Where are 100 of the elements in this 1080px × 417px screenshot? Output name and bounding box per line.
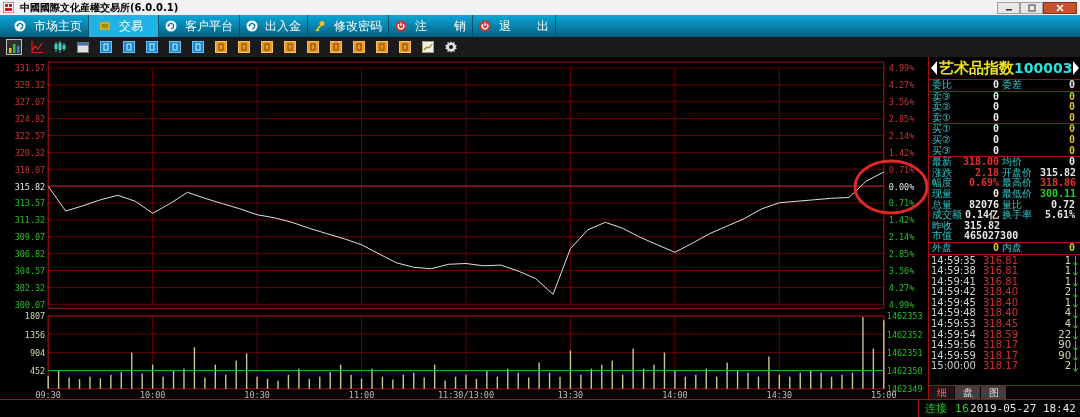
time-axis-label: 09:30: [35, 390, 61, 399]
volume-bar: [548, 372, 551, 390]
volume-bar: [78, 379, 81, 390]
toolbar-button[interactable]: [259, 39, 275, 55]
maximize-icon: [1026, 3, 1037, 12]
field-label: 总量: [932, 199, 952, 210]
toolbar-button[interactable]: [397, 39, 413, 55]
price-axis-label: 300.07: [14, 299, 46, 310]
price-axis-label: 324.82: [14, 114, 46, 125]
field-label: 均价: [1002, 157, 1022, 168]
trade-price: 318.17: [983, 340, 1017, 351]
field-value: 315.82: [1040, 167, 1077, 178]
maximize-button[interactable]: [1020, 1, 1043, 14]
toolbar-button[interactable]: [328, 39, 344, 55]
volume-bar: [433, 364, 436, 390]
price-axis-label: 331.57: [14, 63, 46, 74]
toolbar-button[interactable]: [420, 39, 436, 55]
trade-price: 316.81: [983, 276, 1017, 287]
period-icon: [284, 41, 296, 53]
refresh-icon: [14, 20, 26, 32]
trade-price: 318.17: [983, 350, 1017, 361]
field-value: 5.61%: [1044, 210, 1075, 221]
time-axis-label: 13:30: [557, 390, 584, 399]
toolbar-button[interactable]: [213, 39, 229, 55]
settings-icon: [445, 41, 457, 53]
trade-time: 14:59:38: [931, 266, 977, 277]
field-label: 成交额: [932, 210, 962, 221]
field-value: 318.00: [962, 157, 999, 168]
toolbar-button[interactable]: [121, 39, 137, 55]
panel-tab[interactable]: 盘: [955, 386, 980, 399]
trade-quantity: 1: [1063, 276, 1072, 287]
toolbar-button[interactable]: [167, 39, 183, 55]
toolbar-button[interactable]: [236, 39, 252, 55]
previous-icon[interactable]: [931, 61, 937, 75]
trade-time: 14:59:48: [931, 308, 977, 319]
order-price: 0: [992, 134, 999, 146]
trade-price: 318.17: [983, 361, 1017, 373]
field-value: 0.14亿: [964, 210, 999, 221]
close-button[interactable]: [1043, 1, 1077, 14]
field-label: 量比: [1002, 199, 1022, 210]
field-label: 换手率: [1002, 210, 1033, 221]
volume-bar: [57, 370, 60, 390]
field-value: 82076: [968, 199, 999, 210]
field-value: 318.86: [1040, 178, 1077, 189]
trade-quantity: 90: [1057, 350, 1072, 361]
period-icon: [399, 41, 411, 53]
trade-time: 14:59:35: [931, 255, 977, 266]
order-quantity: 0: [1068, 124, 1075, 135]
toolbar-button[interactable]: [190, 39, 206, 55]
field-value: 0.72: [1050, 199, 1075, 210]
toolbar-button[interactable]: [443, 39, 459, 55]
nav-tab[interactable]: 交易: [88, 15, 159, 37]
price-axis-label: 311.32: [14, 215, 46, 226]
percent-axis-label: 0.71%: [888, 164, 915, 175]
field-label: 最低价: [1002, 188, 1033, 200]
volume-bar: [851, 372, 854, 390]
toolbar-button[interactable]: [282, 39, 298, 55]
trade-quantity: 2: [1063, 287, 1072, 298]
volume-bar: [99, 378, 102, 390]
toolbar-button[interactable]: [305, 39, 321, 55]
bar-chart-icon: [8, 41, 20, 53]
close-icon: [1055, 3, 1065, 12]
volume-bar: [590, 368, 593, 390]
toolbar-button[interactable]: [374, 39, 390, 55]
connection-count: 16: [955, 402, 969, 415]
field-label: 昨收: [932, 220, 952, 232]
field-value: 0: [1068, 242, 1075, 254]
volume-bar: [151, 364, 154, 390]
chart-icon: [422, 41, 434, 53]
candlestick-icon: [54, 41, 66, 53]
toolbar-button[interactable]: [351, 39, 367, 55]
time-axis-label: 14:30: [766, 390, 793, 399]
volume-axis-label: 452: [29, 366, 46, 377]
volume-bar: [193, 347, 196, 390]
toolbar-button[interactable]: [52, 39, 68, 55]
time-axis-label: 15:00: [871, 390, 897, 399]
trade-time: 15:00:00: [931, 361, 977, 373]
field-label: 外盘: [932, 242, 953, 254]
percent-axis-label: 2.85%: [888, 114, 915, 125]
toolbar-button[interactable]: [144, 39, 160, 55]
toolbar-button[interactable]: [98, 39, 114, 55]
volume-right-label: 1462350: [886, 366, 923, 377]
refresh-icon: [164, 20, 177, 32]
window-title: 中國國際文化産權交易所(6.0.0.1): [20, 0, 179, 15]
volume-bar: [339, 364, 342, 390]
next-icon[interactable]: [1073, 61, 1079, 75]
toolbar-button[interactable]: [75, 39, 91, 55]
order-label: 卖①: [932, 112, 952, 124]
order-label: 卖③: [932, 91, 952, 102]
percent-axis-label: 3.56%: [888, 97, 915, 108]
panel-tab[interactable]: 图: [981, 386, 1006, 399]
volume-bar: [642, 368, 645, 390]
order-price: 0: [992, 112, 999, 124]
panel-tab[interactable]: 细: [929, 386, 954, 399]
price-axis-label: 306.82: [14, 249, 46, 260]
toolbar-button[interactable]: [6, 39, 22, 55]
time-axis-label: 14:00: [662, 390, 688, 399]
minimize-button[interactable]: [997, 1, 1020, 14]
power-icon: [395, 20, 408, 32]
trade-time: 14:59:54: [931, 329, 977, 340]
